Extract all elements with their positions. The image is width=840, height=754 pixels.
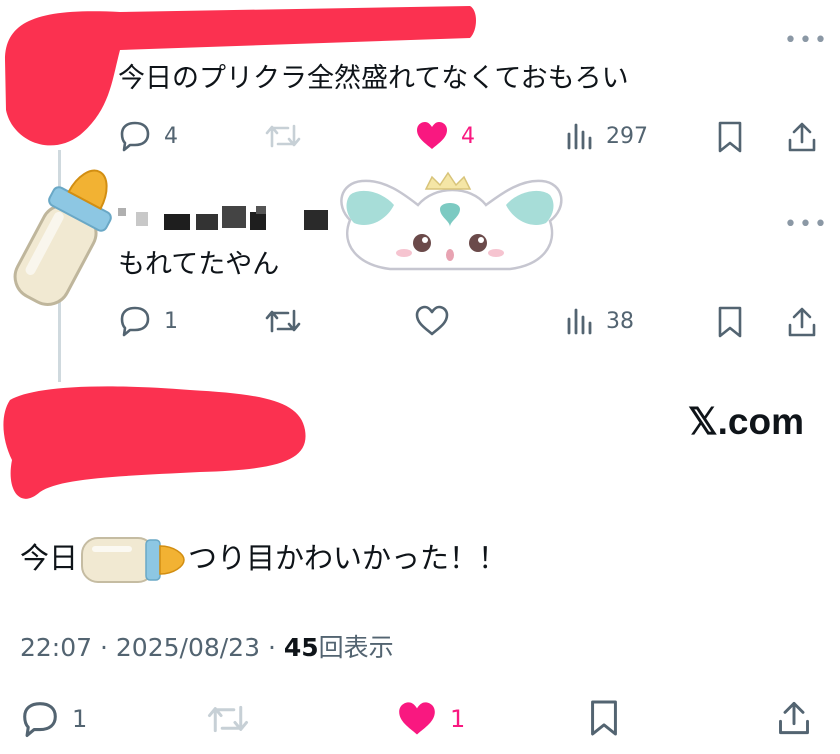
tweet1-reply-count: 4 <box>164 123 178 149</box>
tweet2-reply-count: 1 <box>164 308 178 334</box>
views-icon <box>567 308 592 335</box>
retweet-icon <box>207 705 249 733</box>
tweet2-like-button[interactable] <box>415 305 449 337</box>
views-icon <box>567 123 592 150</box>
tweet1-reply-button[interactable]: 4 <box>118 120 178 152</box>
view-count: 45 <box>283 633 319 662</box>
main-share-button[interactable] <box>776 698 812 738</box>
heart-filled-icon <box>417 122 447 149</box>
meta-separator-1: · <box>100 633 108 662</box>
tweet1-bookmark-button[interactable] <box>716 120 744 154</box>
tweet2-retweet-button[interactable] <box>264 305 302 337</box>
bookmark-icon <box>591 700 617 736</box>
retweet-icon <box>265 309 301 333</box>
baby-bottle-sticker <box>13 169 112 306</box>
tweet2-text: もれてたやん <box>118 249 280 280</box>
tweet2-view-count: 38 <box>606 308 634 334</box>
reply-icon <box>23 702 57 737</box>
main-tweet-text-after: つり目かわいかった！！ <box>188 541 508 575</box>
main-like-button[interactable]: 1 <box>396 700 465 738</box>
tweet-meta: 22:07 · 2025/08/23 · 45回表示 <box>20 628 394 664</box>
white-mascot-sticker <box>340 171 563 271</box>
tweet1-retweet-button[interactable] <box>264 120 302 152</box>
tweet2-share-button[interactable] <box>786 305 818 339</box>
main-retweet-button[interactable] <box>206 700 250 738</box>
main-reply-button[interactable]: 1 <box>20 700 87 738</box>
tweet-date[interactable]: 2025/08/23 <box>116 633 260 662</box>
tweet1-text: 今日のプリクラ全然盛れてなくておもろい <box>118 63 629 94</box>
tweet2-bookmark-button[interactable] <box>716 305 744 339</box>
share-icon <box>779 701 809 735</box>
tweet1-views-button[interactable]: 297 <box>566 120 648 152</box>
heart-filled-icon <box>399 702 435 735</box>
main-tweet-text: 今日 つり目かわいかった！！ <box>20 532 507 588</box>
tweet2-views-button[interactable]: 38 <box>566 305 634 337</box>
bookmark-icon <box>718 121 742 153</box>
main-like-count: 1 <box>450 705 466 733</box>
share-icon <box>788 307 816 337</box>
xcom-watermark: 𝕏.com <box>687 401 804 442</box>
main-reply-count: 1 <box>72 705 88 733</box>
main-bookmark-button[interactable] <box>588 698 620 738</box>
tweet1-more-icon[interactable]: ••• <box>784 30 829 52</box>
redaction-main-author <box>3 386 306 499</box>
tweet2-more-icon[interactable]: ••• <box>784 214 829 236</box>
main-tweet-text-before: 今日 <box>20 541 79 575</box>
meta-separator-2: · <box>267 633 276 662</box>
share-icon <box>788 122 816 152</box>
tweet1-like-button[interactable]: 4 <box>415 120 475 152</box>
retweet-icon <box>265 124 301 148</box>
bookmark-icon <box>718 306 742 338</box>
tweet1-like-count: 4 <box>461 123 475 149</box>
reply-icon <box>120 121 150 152</box>
baby-bottle-emoji <box>81 537 185 583</box>
heart-icon <box>415 305 449 336</box>
tweet-time[interactable]: 22:07 <box>20 633 92 662</box>
tweet1-view-count: 297 <box>606 123 648 149</box>
tweet1-share-button[interactable] <box>786 120 818 154</box>
view-label: 回表示 <box>318 633 394 662</box>
